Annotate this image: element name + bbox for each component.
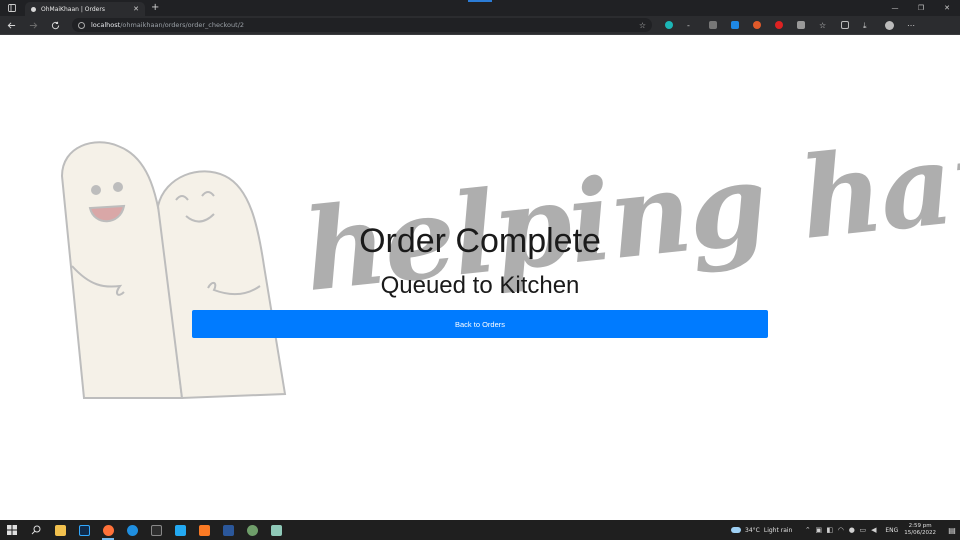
clock[interactable]: 2:59 pm 15/06/2022 xyxy=(904,523,936,537)
search-icon[interactable] xyxy=(24,520,48,540)
downloads-icon[interactable]: ⤓ xyxy=(856,16,878,35)
extension-screen-icon[interactable] xyxy=(702,16,724,35)
app-green-icon[interactable] xyxy=(240,520,264,540)
profile-avatar-icon[interactable] xyxy=(878,16,900,35)
weather-temp: 34°C xyxy=(745,526,760,534)
app-notes-icon[interactable] xyxy=(264,520,288,540)
page-title: Order Complete xyxy=(359,222,601,260)
browser-tab-active[interactable]: OhMaiKhaan | Orders ✕ xyxy=(25,2,145,16)
back-arrow-icon[interactable] xyxy=(0,16,22,35)
clock-date: 15/06/2022 xyxy=(904,530,936,536)
tab-favicon-icon xyxy=(31,6,36,12)
extension-dash-icon[interactable]: - xyxy=(680,16,702,35)
tray-app2-icon[interactable]: ◧ xyxy=(824,526,835,534)
system-tray: 34°C Light rain ⌃ ▣ ◧ ◠ ● ▭ ◀ ENG 2:59 p… xyxy=(731,520,960,540)
battery-icon[interactable]: ▭ xyxy=(857,526,868,534)
more-options-icon[interactable]: ⋯ xyxy=(900,16,922,35)
clock-time: 2:59 pm xyxy=(908,523,932,529)
photoshop-icon[interactable] xyxy=(72,520,96,540)
page-subtitle: Queued to Kitchen xyxy=(380,272,580,299)
notifications-icon[interactable]: ▤ xyxy=(944,520,960,540)
address-bar[interactable]: localhost/ohmaikhaan/orders/order_checko… xyxy=(72,18,652,32)
file-explorer-icon[interactable] xyxy=(48,520,72,540)
edge-icon[interactable] xyxy=(120,520,144,540)
volume-icon[interactable]: ◀ xyxy=(868,526,879,534)
weather-desc: Light rain xyxy=(763,526,793,534)
start-windows-icon[interactable] xyxy=(0,520,24,540)
minimize-icon[interactable]: — xyxy=(882,0,908,16)
extension-color-icon[interactable] xyxy=(746,16,768,35)
wifi-icon[interactable]: ◠ xyxy=(835,526,846,534)
helping-hand-fingers-illustration xyxy=(60,141,287,400)
favorites-icon[interactable]: ☆ xyxy=(812,16,834,35)
extensions-puzzle-icon[interactable] xyxy=(790,16,812,35)
tab-actions-icon[interactable] xyxy=(0,0,24,16)
word-icon[interactable] xyxy=(216,520,240,540)
browser-toolbar: localhost/ohmaikhaan/orders/order_checko… xyxy=(0,16,960,35)
terminal-icon[interactable] xyxy=(144,520,168,540)
tray-app3-icon[interactable]: ● xyxy=(846,526,857,534)
extension-teal-icon[interactable] xyxy=(658,16,680,35)
page-content: helping hand Order Complete Queued to Ki… xyxy=(0,36,960,520)
weather-cloud-icon xyxy=(731,527,742,533)
extension-blue-s-icon[interactable] xyxy=(724,16,746,35)
url-path: /ohmaikhaan/orders/order_checkout/2 xyxy=(120,21,245,29)
windows-taskbar: 34°C Light rain ⌃ ▣ ◧ ◠ ● ▭ ◀ ENG 2:59 p… xyxy=(0,520,960,540)
title-bar-accent xyxy=(468,0,492,2)
xampp-icon[interactable] xyxy=(192,520,216,540)
language-indicator[interactable]: ENG xyxy=(885,527,898,534)
firefox-icon[interactable] xyxy=(96,520,120,540)
show-hidden-icons-icon[interactable]: ⌃ xyxy=(802,526,813,534)
window-controls: — ❐ ✕ xyxy=(882,0,960,16)
tab-title: OhMaiKhaan | Orders xyxy=(41,5,105,13)
favorite-star-icon[interactable]: ☆ xyxy=(639,21,646,30)
forward-arrow-icon[interactable] xyxy=(22,16,44,35)
back-to-orders-button[interactable]: Back to Orders xyxy=(192,310,768,338)
site-info-icon[interactable] xyxy=(78,21,85,29)
extension-red-icon[interactable] xyxy=(768,16,790,35)
weather-widget[interactable]: 34°C Light rain xyxy=(731,527,792,534)
reload-icon[interactable] xyxy=(44,16,66,35)
url-host: localhost xyxy=(91,21,121,29)
maximize-icon[interactable]: ❐ xyxy=(908,0,934,16)
vscode-icon[interactable] xyxy=(168,520,192,540)
tray-app-icon[interactable]: ▣ xyxy=(813,526,824,534)
browser-tab-strip: OhMaiKhaan | Orders ✕ + — ❐ ✕ xyxy=(0,0,960,16)
collections-icon[interactable] xyxy=(834,16,856,35)
new-tab-button[interactable]: + xyxy=(151,0,159,16)
extension-toolbar: - ☆ ⤓ ⋯ xyxy=(658,16,922,35)
tab-close-icon[interactable]: ✕ xyxy=(133,5,139,13)
close-window-icon[interactable]: ✕ xyxy=(934,0,960,16)
